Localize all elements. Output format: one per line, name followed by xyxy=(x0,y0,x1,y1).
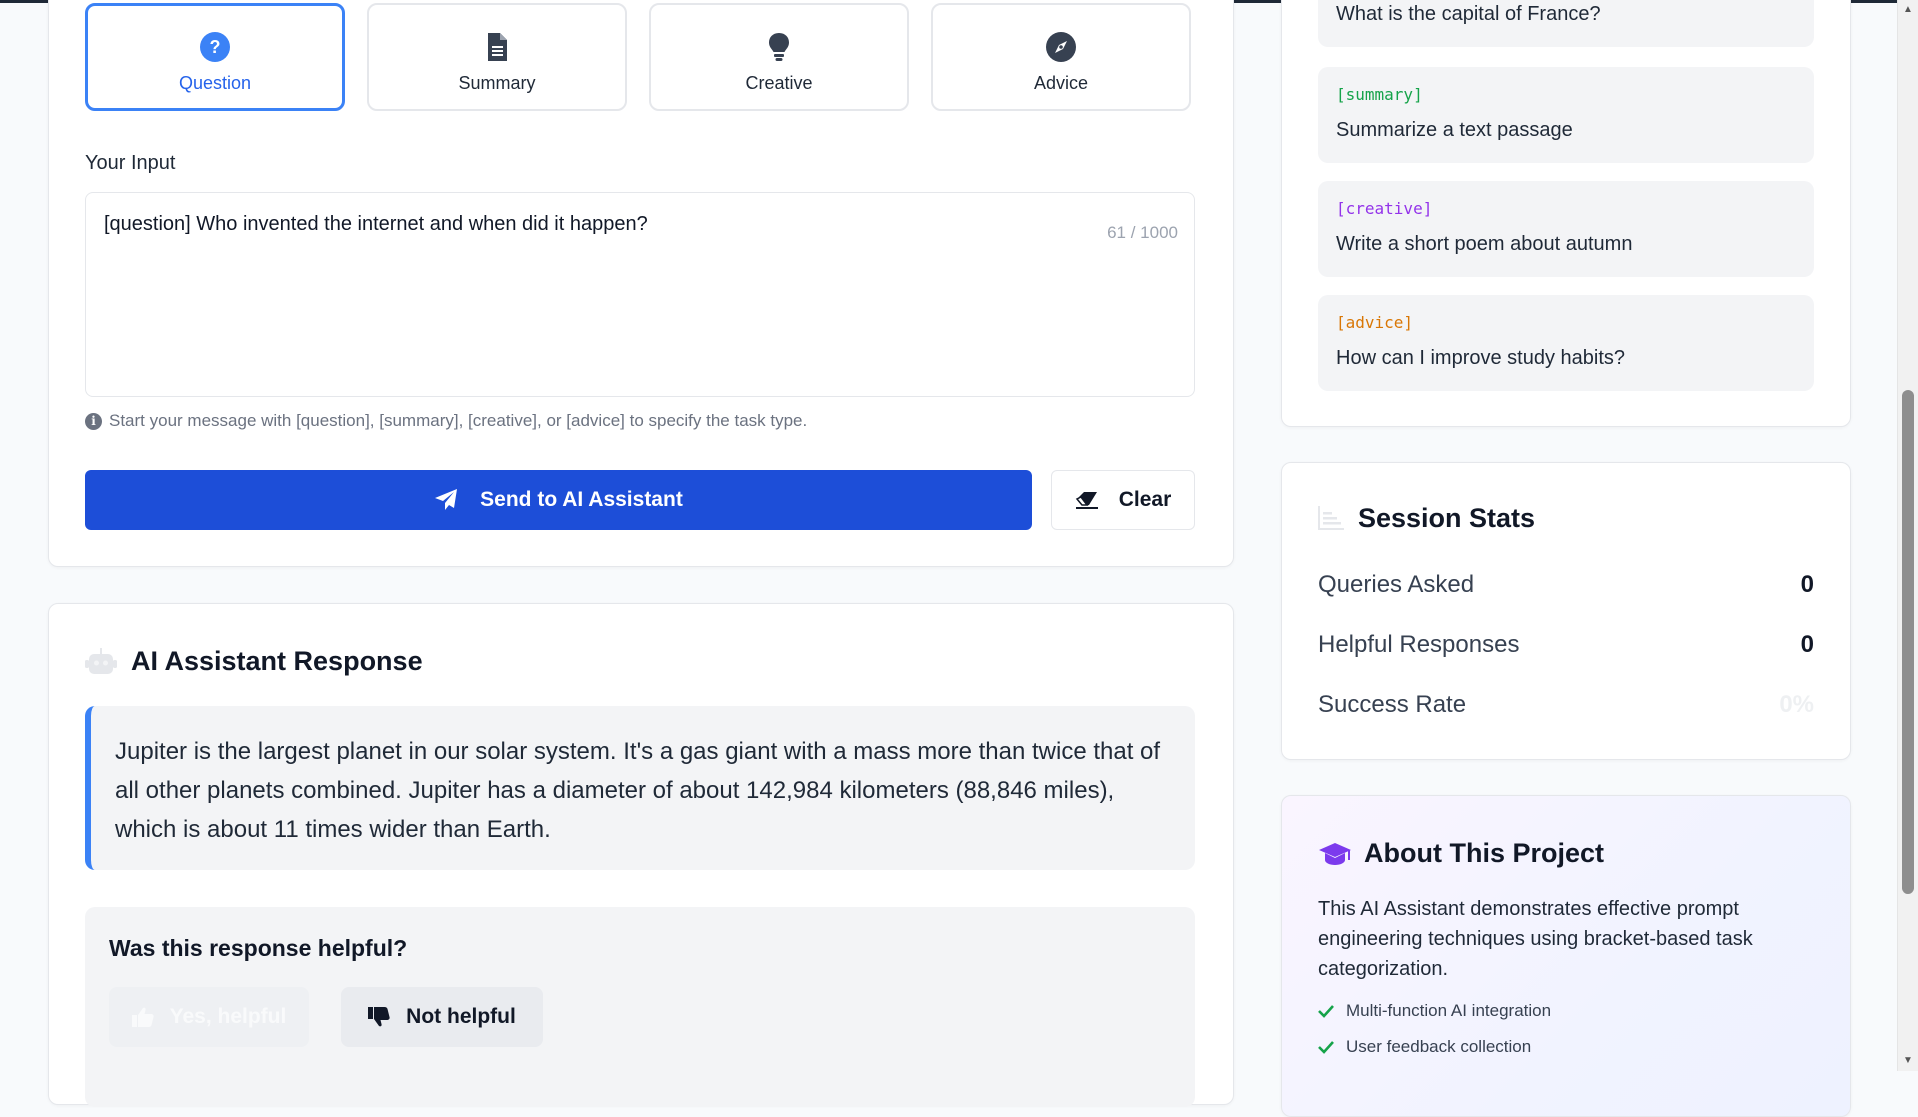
thumbs-up-icon xyxy=(131,1007,154,1027)
check-icon xyxy=(1318,1041,1334,1054)
task-button-label: Question xyxy=(178,72,252,93)
example-item[interactable]: [summary] Summarize a text passage xyxy=(1318,67,1814,163)
chart-icon xyxy=(1318,505,1344,530)
lightbulb-icon xyxy=(769,32,789,61)
example-tag: [creative] xyxy=(1336,199,1433,218)
example-item[interactable]: [creative] Write a short poem about autu… xyxy=(1318,181,1814,277)
stat-label: Helpful Responses xyxy=(1318,631,1520,658)
helpful-yes-label: Yes, helpful xyxy=(169,1005,287,1028)
feature-text: Multi-function AI integration xyxy=(1346,1001,1552,1020)
task-button-label: Advice xyxy=(1033,72,1089,93)
message-input-value: [question] Who invented the internet and… xyxy=(104,213,648,235)
stat-value: 0 xyxy=(1800,571,1814,598)
stat-helpful-responses: Helpful Responses 0 xyxy=(1318,631,1814,659)
helpful-no-button[interactable]: Not helpful xyxy=(341,987,543,1047)
task-button-question[interactable]: ? Question xyxy=(85,3,345,111)
stat-label: Success Rate xyxy=(1318,691,1467,718)
input-hint: i Start your message with [question], [s… xyxy=(85,411,807,431)
graduation-cap-icon xyxy=(1319,842,1351,865)
task-button-summary[interactable]: Summary xyxy=(367,3,627,111)
compass-icon xyxy=(1046,31,1076,62)
feedback-question: Was this response helpful? xyxy=(109,935,408,961)
example-text: Summarize a text passage xyxy=(1336,119,1573,141)
example-item[interactable]: What is the capital of France? xyxy=(1318,0,1814,47)
about-title-text: About This Project xyxy=(1364,838,1605,868)
example-text: What is the capital of France? xyxy=(1336,3,1601,25)
task-button-creative[interactable]: Creative xyxy=(649,3,909,111)
response-title: AI Assistant Response xyxy=(85,646,423,677)
helpful-yes-button[interactable]: Yes, helpful xyxy=(109,987,309,1047)
feature-item: User feedback collection xyxy=(1318,1037,1531,1057)
helpful-no-label: Not helpful xyxy=(406,1005,516,1028)
response-title-text: AI Assistant Response xyxy=(131,646,423,676)
example-tag: [advice] xyxy=(1336,313,1414,332)
clear-button-label: Clear xyxy=(1118,488,1172,511)
feedback-panel: Was this response helpful? Yes, helpful … xyxy=(85,907,1195,1107)
eraser-icon xyxy=(1075,492,1098,509)
svg-text:?: ? xyxy=(210,37,221,57)
feature-item: Multi-function AI integration xyxy=(1318,1001,1551,1021)
input-label: Your Input xyxy=(85,152,176,174)
scroll-up-icon[interactable]: ▲ xyxy=(1901,4,1915,16)
document-icon xyxy=(488,32,507,61)
stats-title-text: Session Stats xyxy=(1358,503,1536,533)
stat-value: 0% xyxy=(1779,691,1814,718)
response-text: Jupiter is the largest planet in our sol… xyxy=(85,706,1195,870)
about-title: About This Project xyxy=(1318,838,1604,869)
example-text: How can I improve study habits? xyxy=(1336,347,1626,369)
clear-button[interactable]: Clear xyxy=(1051,470,1195,530)
stat-queries-asked: Queries Asked 0 xyxy=(1318,571,1814,599)
task-button-label: Summary xyxy=(458,72,536,93)
paper-plane-icon xyxy=(435,489,458,510)
stats-title: Session Stats xyxy=(1318,503,1535,534)
examples-card: What is the capital of France? [summary]… xyxy=(1281,0,1851,427)
message-input[interactable]: [question] Who invented the internet and… xyxy=(85,192,1195,397)
task-button-advice[interactable]: Advice xyxy=(931,3,1191,111)
example-item[interactable]: [advice] How can I improve study habits? xyxy=(1318,295,1814,391)
info-icon: i xyxy=(85,412,102,430)
stat-label: Queries Asked xyxy=(1318,571,1475,598)
question-circle-icon: ? xyxy=(200,31,230,62)
send-button[interactable]: Send to AI Assistant xyxy=(85,470,1032,530)
about-project-card: About This Project This AI Assistant dem… xyxy=(1281,795,1851,1117)
response-card: AI Assistant Response Jupiter is the lar… xyxy=(48,603,1234,1107)
thumbs-down-icon xyxy=(368,1007,390,1027)
example-text: Write a short poem about autumn xyxy=(1336,233,1633,255)
session-stats-card: Session Stats Queries Asked 0 Helpful Re… xyxy=(1281,462,1851,760)
robot-icon xyxy=(85,647,117,674)
feature-text: User feedback collection xyxy=(1346,1037,1532,1056)
example-tag: [summary] xyxy=(1336,85,1423,104)
input-hint-text: Start your message with [question], [sum… xyxy=(109,411,808,430)
send-button-label: Send to AI Assistant xyxy=(480,488,683,511)
character-counter: 61 / 1000 xyxy=(1107,223,1178,242)
scroll-down-icon[interactable]: ▼ xyxy=(1901,1055,1915,1067)
stat-success-rate: Success Rate 0% xyxy=(1318,691,1814,719)
stat-value: 0 xyxy=(1800,631,1814,658)
task-button-label: Creative xyxy=(745,72,813,93)
about-description: This AI Assistant demonstrates effective… xyxy=(1318,898,1753,980)
check-icon xyxy=(1318,1005,1334,1018)
input-card: ? Question Summary Creative Advice Your … xyxy=(48,0,1234,567)
scrollbar-thumb[interactable] xyxy=(1902,390,1914,894)
